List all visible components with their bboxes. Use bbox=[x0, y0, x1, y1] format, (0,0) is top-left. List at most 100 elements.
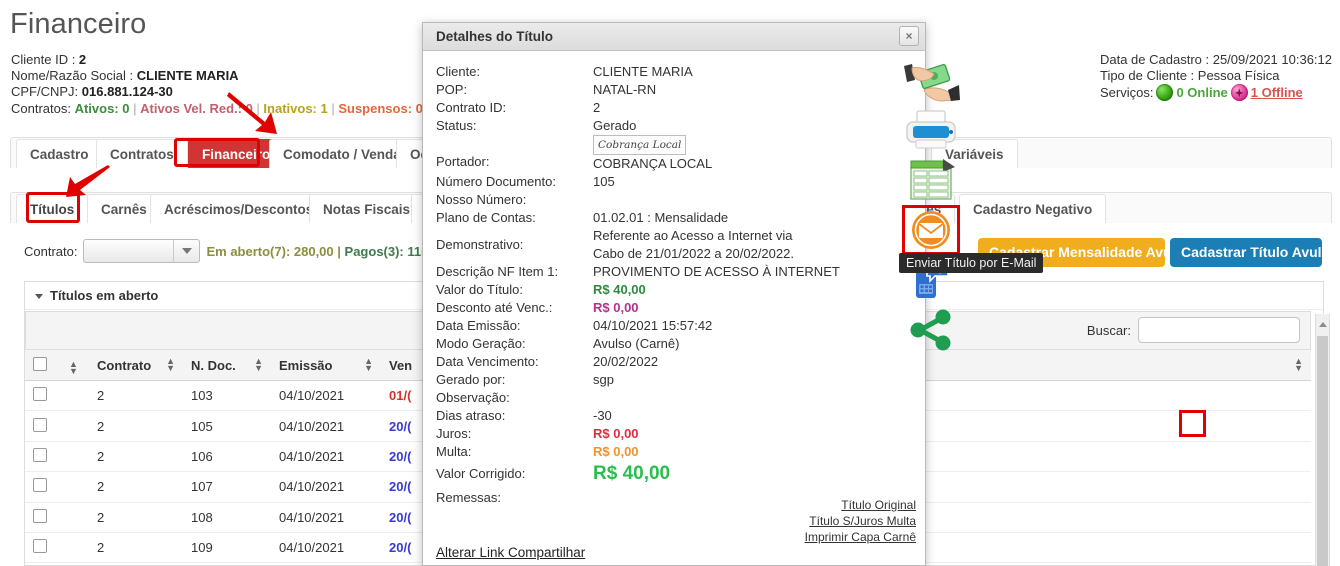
modal-field-label: Observação: bbox=[436, 389, 593, 407]
summary-open: Em aberto(7): 280,00 bbox=[206, 244, 333, 259]
th-sort-blank[interactable]: ▲▼ bbox=[55, 350, 89, 381]
tab-titulos[interactable]: Títulos bbox=[16, 194, 88, 223]
row-checkbox[interactable] bbox=[33, 387, 47, 401]
sort-icon[interactable]: ▲▼ bbox=[166, 358, 175, 372]
modal-field-row: POP:NATAL-RN bbox=[436, 81, 925, 99]
row-emissao: 04/10/2021 bbox=[271, 532, 381, 562]
client-doc-value: 016.881.124-30 bbox=[82, 84, 173, 99]
cell-ndoc: 108 bbox=[191, 510, 213, 525]
row-checkbox-cell[interactable] bbox=[25, 532, 55, 562]
spreadsheet-icon[interactable] bbox=[900, 156, 962, 202]
modal-field-value: 01.02.01 : Mensalidade bbox=[593, 209, 728, 227]
row-spacer-cell bbox=[55, 532, 89, 562]
modal-field-row: Cliente:CLIENTE MARIA bbox=[436, 63, 925, 81]
modal-field-row: Plano de Contas:01.02.01 : Mensalidade bbox=[436, 209, 925, 227]
modal-field-value: 2 bbox=[593, 99, 600, 117]
row-checkbox-cell[interactable] bbox=[25, 381, 55, 411]
tab-cadastro-negativo[interactable]: Cadastro Negativo bbox=[959, 194, 1106, 223]
modal-field-label: POP: bbox=[436, 81, 593, 99]
modal-field-row: Valor Corrigido:R$ 40,00 bbox=[436, 463, 925, 485]
modal-field-row: Valor do Título:R$ 40,00 bbox=[436, 281, 925, 299]
cell-contrato: 2 bbox=[97, 479, 104, 494]
sort-icon[interactable]: ▲▼ bbox=[69, 361, 78, 375]
modal-field-value: 04/10/2021 15:57:42 bbox=[593, 317, 712, 335]
modal-field-label: Modo Geração: bbox=[436, 335, 593, 353]
cell-emissao: 04/10/2021 bbox=[279, 388, 344, 403]
link-imprimir-capa-carne[interactable]: Imprimir Capa Carnê bbox=[805, 529, 916, 545]
modal-action-icon-rail: $ bbox=[895, 58, 967, 353]
client-id-row: Cliente ID : 2 bbox=[11, 52, 443, 68]
table-vertical-scrollbar[interactable] bbox=[1315, 314, 1330, 566]
row-checkbox-cell[interactable] bbox=[25, 472, 55, 502]
row-checkbox[interactable] bbox=[33, 539, 47, 553]
row-checkbox-cell[interactable] bbox=[25, 411, 55, 441]
row-checkbox-cell[interactable] bbox=[25, 441, 55, 471]
contract-select[interactable] bbox=[83, 239, 200, 263]
servicos-label: Serviços: bbox=[1100, 85, 1153, 101]
client-meta-block: Data de Cadastro : 25/09/2021 10:36:12 T… bbox=[1100, 52, 1332, 101]
modal-field-value: sgp bbox=[593, 371, 614, 389]
th-emissao[interactable]: Emissão▲▼ bbox=[271, 350, 381, 381]
row-checkbox-cell[interactable] bbox=[25, 502, 55, 532]
th-contrato[interactable]: Contrato▲▼ bbox=[89, 350, 183, 381]
modal-field-label: Multa: bbox=[436, 443, 593, 461]
modal-field-label: Número Documento: bbox=[436, 173, 593, 191]
contract-filter-label: Contrato: bbox=[24, 244, 77, 259]
meta-servicos-row: Serviços: 0 Online 1 Offline bbox=[1100, 84, 1332, 101]
modal-field-label: Contrato ID: bbox=[436, 99, 593, 117]
th-select-all[interactable] bbox=[25, 350, 55, 381]
detalhes-do-titulo-modal: Detalhes do Título × Cliente:CLIENTE MAR… bbox=[422, 22, 926, 566]
sort-icon[interactable]: ▲▼ bbox=[1294, 358, 1303, 372]
portador-badge: Cobrança Local bbox=[593, 135, 686, 155]
cell-ndoc: 109 bbox=[191, 540, 213, 555]
search-input[interactable] bbox=[1138, 317, 1300, 343]
cell-contrato: 2 bbox=[97, 510, 104, 525]
filter-row: Contrato: Em aberto(7): 280,00 | Pagos(3… bbox=[24, 238, 432, 264]
modal-field-label: Nosso Número: bbox=[436, 191, 593, 209]
th-vencimento-label: Ven bbox=[389, 358, 412, 373]
cadastrar-titulo-avulso-button[interactable]: Cadastrar Título Avulso bbox=[1170, 238, 1322, 267]
client-doc-row: CPF/CNPJ: 016.881.124-30 bbox=[11, 84, 443, 100]
printer-icon[interactable] bbox=[900, 107, 962, 153]
offline-count[interactable]: 1 Offline bbox=[1251, 85, 1303, 101]
close-icon[interactable]: × bbox=[899, 26, 919, 46]
select-all-checkbox[interactable] bbox=[33, 357, 47, 371]
cash-hand-icon[interactable] bbox=[900, 58, 962, 104]
row-checkbox[interactable] bbox=[33, 478, 47, 492]
share-icon[interactable] bbox=[900, 307, 962, 353]
tab-acrescimos-descontos[interactable]: Acréscimos/Descontos bbox=[150, 194, 327, 223]
modal-field-row: Dias atraso:-30 bbox=[436, 407, 925, 425]
link-titulo-original[interactable]: Título Original bbox=[805, 497, 916, 513]
link-titulo-sem-juros[interactable]: Título S/Juros Multa bbox=[805, 513, 916, 529]
row-emissao: 04/10/2021 bbox=[271, 381, 381, 411]
contracts-ativos: Ativos: 0 bbox=[75, 101, 130, 116]
meta-tipo: Tipo de Cliente : Pessoa Física bbox=[1100, 68, 1332, 84]
search-area: Buscar: bbox=[1087, 317, 1300, 343]
sort-icon[interactable]: ▲▼ bbox=[254, 358, 263, 372]
tab-comodato-venda[interactable]: Comodato / Venda bbox=[269, 139, 415, 168]
modal-field-value: PROVIMENTO DE ACESSO À INTERNET bbox=[593, 263, 840, 281]
tab-contratos[interactable]: Contratos bbox=[96, 139, 188, 168]
row-ndoc: 103 bbox=[183, 381, 271, 411]
row-checkbox[interactable] bbox=[33, 448, 47, 462]
tab-cadastro[interactable]: Cadastro bbox=[16, 139, 103, 168]
contracts-label: Contratos: bbox=[11, 101, 75, 116]
row-checkbox[interactable] bbox=[33, 418, 47, 432]
meta-cadastro: Data de Cadastro : 25/09/2021 10:36:12 bbox=[1100, 52, 1332, 68]
tab-notas-fiscais[interactable]: Notas Fiscais bbox=[309, 194, 424, 223]
modal-field-label: Data Emissão: bbox=[436, 317, 593, 335]
contracts-suspensos: Suspensos: 0 bbox=[338, 101, 423, 116]
scrollbar-thumb[interactable] bbox=[1317, 336, 1328, 566]
row-contrato: 2 bbox=[89, 411, 183, 441]
modal-field-label: Data Vencimento: bbox=[436, 353, 593, 371]
modal-field-label: Portador: bbox=[436, 135, 593, 171]
modal-field-row: Data Vencimento:20/02/2022 bbox=[436, 353, 925, 371]
th-ndoc[interactable]: N. Doc.▲▼ bbox=[183, 350, 271, 381]
cell-ndoc: 107 bbox=[191, 479, 213, 494]
email-icon[interactable] bbox=[902, 205, 960, 255]
modal-field-value: Referente ao Acesso a Internet via Cabo … bbox=[593, 227, 823, 263]
row-checkbox[interactable] bbox=[33, 509, 47, 523]
scroll-up-icon[interactable] bbox=[1316, 314, 1329, 334]
alterar-link-compartilhar[interactable]: Alterar Link Compartilhar bbox=[436, 545, 585, 560]
sort-icon[interactable]: ▲▼ bbox=[364, 358, 373, 372]
